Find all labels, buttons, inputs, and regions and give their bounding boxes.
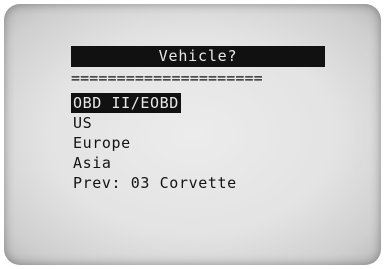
lcd-screen: Vehicle? ===================== OBD II/EO… bbox=[4, 4, 381, 265]
scan-tool-device: Vehicle? ===================== OBD II/EO… bbox=[0, 0, 385, 269]
screen-title: Vehicle? bbox=[71, 46, 325, 67]
menu-item-us[interactable]: US bbox=[71, 113, 239, 133]
menu-item-asia[interactable]: Asia bbox=[71, 153, 239, 173]
vehicle-menu: OBD II/EOBD US Europe Asia Prev: 03 Corv… bbox=[71, 93, 239, 193]
menu-item-label: Europe bbox=[73, 134, 131, 152]
menu-item-europe[interactable]: Europe bbox=[71, 133, 239, 153]
title-divider: ===================== bbox=[71, 69, 263, 87]
menu-item-previous-vehicle[interactable]: Prev: 03 Corvette bbox=[71, 173, 239, 193]
menu-item-label: OBD II/EOBD bbox=[71, 93, 181, 113]
menu-item-label: Asia bbox=[73, 154, 112, 172]
menu-item-label: Prev: 03 Corvette bbox=[73, 174, 237, 192]
menu-item-label: US bbox=[73, 114, 93, 132]
menu-item-obd-ii-eobd[interactable]: OBD II/EOBD bbox=[71, 93, 239, 113]
